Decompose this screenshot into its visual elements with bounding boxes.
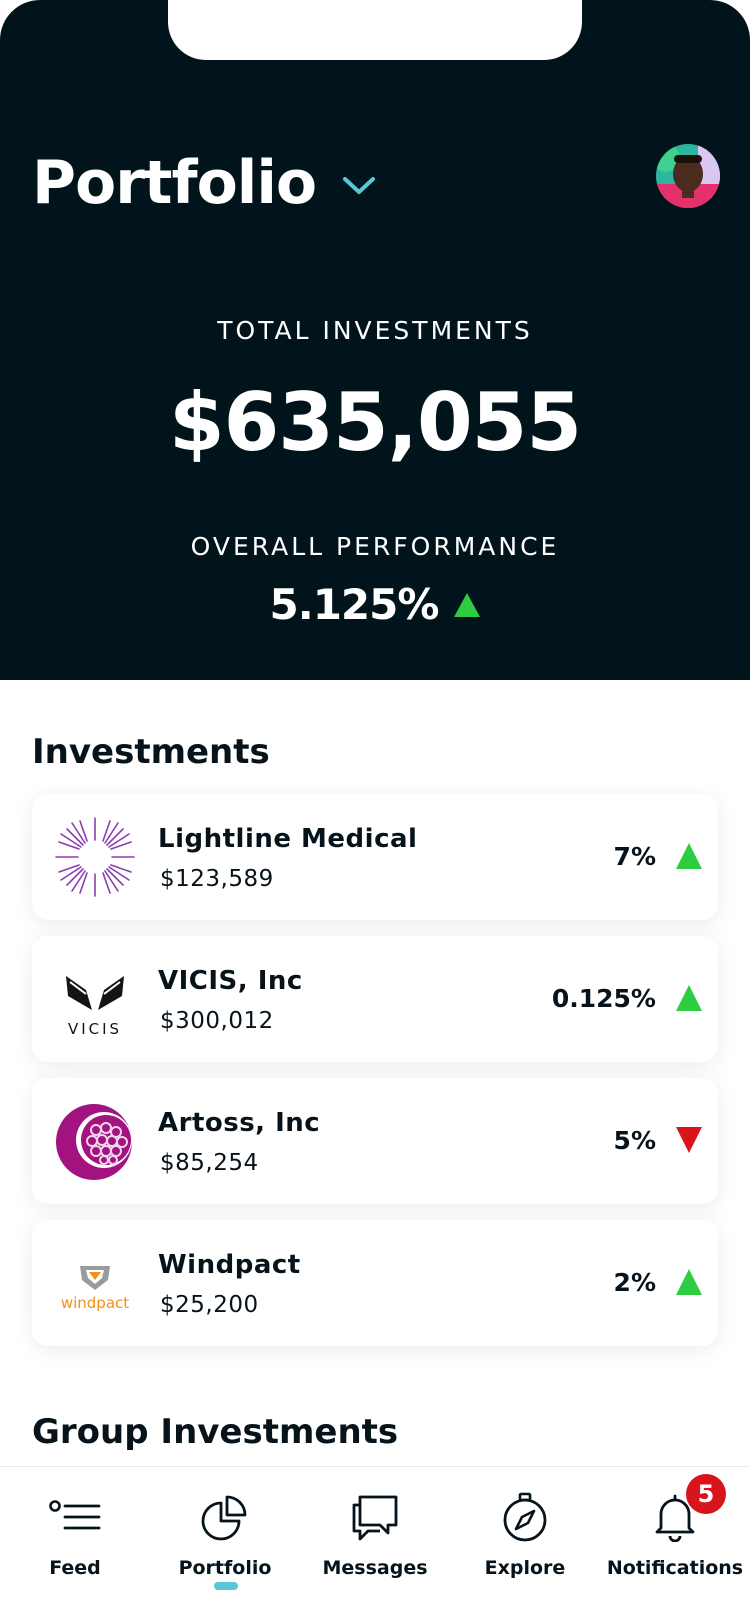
investment-card-windpact[interactable]: windpact Windpact $25,200 2% xyxy=(32,1220,718,1346)
investment-amount: $300,012 xyxy=(160,1008,274,1034)
overall-performance: 5.125% xyxy=(0,580,750,629)
investment-amount: $85,254 xyxy=(160,1150,259,1176)
tab-messages[interactable]: Messages xyxy=(300,1467,450,1607)
investment-change: 5% xyxy=(613,1126,656,1155)
artoss-logo xyxy=(48,1094,142,1188)
tab-label: Feed xyxy=(49,1557,101,1579)
trend-down-icon xyxy=(676,1127,702,1153)
avatar[interactable] xyxy=(656,144,720,208)
investment-name: Artoss, Inc xyxy=(158,1108,321,1138)
vicis-logo: VICIS xyxy=(48,952,142,1046)
notification-count-badge: 5 xyxy=(686,1474,726,1514)
investment-name: VICIS, Inc xyxy=(158,966,303,996)
total-investments-value: $635,055 xyxy=(168,376,582,469)
svg-text:windpact: windpact xyxy=(61,1294,129,1312)
pie-chart-icon xyxy=(197,1489,253,1545)
overall-performance-value: 5.125% xyxy=(269,580,440,629)
group-investments-section-title: Group Investments xyxy=(32,1412,399,1452)
investment-change: 0.125% xyxy=(551,984,656,1013)
device-notch xyxy=(168,0,582,60)
trend-up-icon xyxy=(676,985,702,1011)
chevron-down-icon xyxy=(343,177,376,194)
tab-label: Portfolio xyxy=(178,1557,272,1579)
compass-icon xyxy=(497,1489,553,1545)
tab-notifications[interactable]: Notifications xyxy=(600,1467,750,1607)
svg-text:VICIS: VICIS xyxy=(68,1020,122,1038)
screen-corner xyxy=(0,0,40,40)
portfolio-header: Portfolio TOTAL INVESTMENTS $635,055 OVE… xyxy=(0,0,750,680)
tab-label: Explore xyxy=(484,1557,566,1579)
investment-name: Lightline Medical xyxy=(158,824,418,854)
bottom-tab-bar: Feed Portfolio Messages Explore Notifica… xyxy=(0,1466,750,1624)
total-investments-label: TOTAL INVESTMENTS xyxy=(217,316,533,345)
investment-name: Windpact xyxy=(158,1250,301,1280)
investment-card-lightline-medical[interactable]: Lightline Medical $123,589 7% xyxy=(32,794,718,920)
investment-amount: $25,200 xyxy=(160,1292,259,1318)
investment-change: 7% xyxy=(613,842,656,871)
investments-section-title: Investments xyxy=(32,732,270,772)
tab-explore[interactable]: Explore xyxy=(450,1467,600,1607)
avatar-image xyxy=(656,144,720,208)
tab-label: Messages xyxy=(322,1557,428,1579)
chat-bubbles-icon xyxy=(347,1489,403,1545)
overall-performance-label: OVERALL PERFORMANCE xyxy=(190,532,560,561)
trend-up-icon xyxy=(676,1269,702,1295)
investment-card-artoss[interactable]: Artoss, Inc $85,254 5% xyxy=(32,1078,718,1204)
starburst-logo xyxy=(48,810,142,904)
windpact-logo: windpact xyxy=(48,1236,142,1330)
screen-corner xyxy=(710,0,750,40)
investment-amount: $123,589 xyxy=(160,866,274,892)
active-tab-indicator xyxy=(214,1582,238,1590)
investment-card-vicis[interactable]: VICIS VICIS, Inc $300,012 0.125% xyxy=(32,936,718,1062)
tab-feed[interactable]: Feed xyxy=(0,1467,150,1607)
investment-change: 2% xyxy=(613,1268,656,1297)
page-title: Portfolio xyxy=(32,148,317,218)
feed-icon xyxy=(47,1489,103,1545)
portfolio-selector[interactable]: Portfolio xyxy=(32,148,376,218)
trend-up-icon xyxy=(676,843,702,869)
trend-up-icon xyxy=(454,592,481,617)
tab-label: Notifications xyxy=(606,1557,744,1579)
